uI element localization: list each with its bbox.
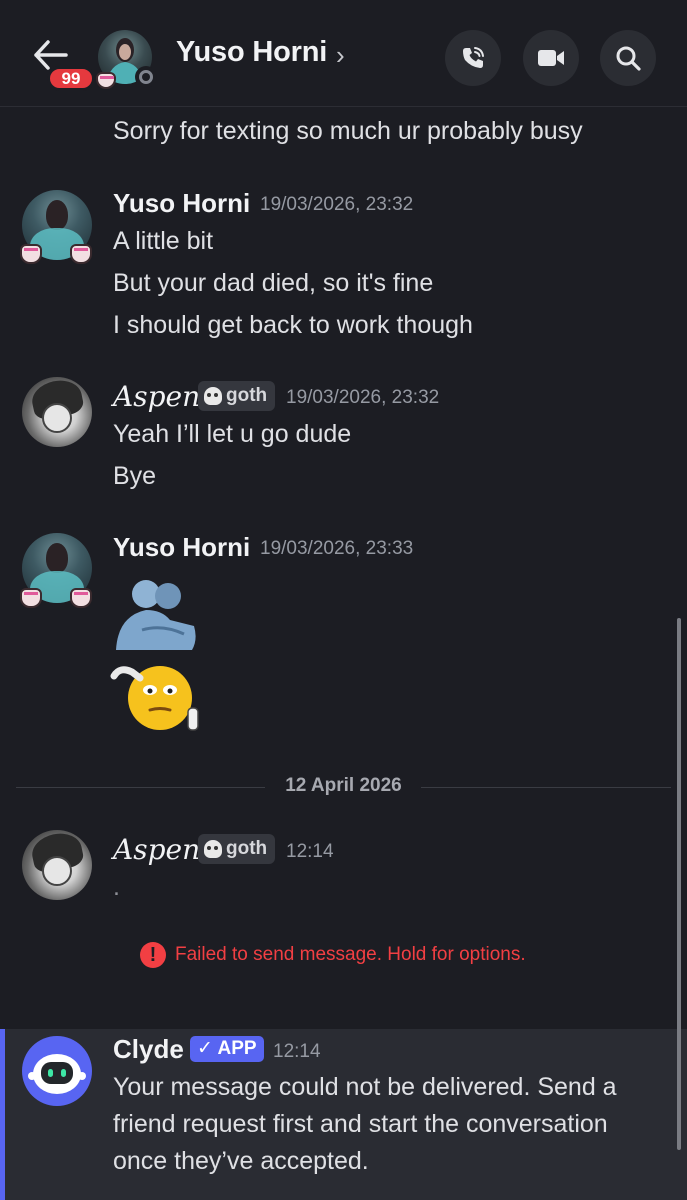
message-author[interactable]: Yuso Horni [113,188,250,219]
role-tag: goth [198,834,276,864]
date-divider-label: 12 April 2026 [285,775,402,796]
message-author[interactable]: Aspen [113,380,200,413]
message-text[interactable]: But your dad died, so it's fine [113,268,433,298]
failed-message-text[interactable]: . [113,872,120,902]
scrollbar[interactable] [677,618,681,1150]
message-text[interactable]: Your message could not be delivered. Sen… [113,1072,617,1102]
contact-name[interactable]: Yuso Horni [176,36,327,69]
message-timestamp: 19/03/2026, 23:32 [286,387,440,408]
voice-call-button[interactable] [445,30,501,86]
message-text[interactable]: friend request first and start the conve… [113,1109,608,1139]
user-avatar-aspen[interactable] [22,830,92,900]
role-tag-label: goth [226,385,268,406]
skull-icon [204,840,222,858]
role-tag: goth [198,381,276,411]
search-button[interactable] [600,30,656,86]
hand-decoration-icon [20,588,42,608]
video-camera-icon [538,50,564,66]
role-tag-label: goth [226,838,268,859]
clyde-avatar[interactable] [22,1036,92,1106]
app-badge: ✓ APP [190,1036,264,1062]
user-avatar-aspen[interactable] [22,377,92,447]
hand-decoration-icon [20,244,42,264]
message-author[interactable]: Aspen [113,833,200,866]
chevron-right-icon[interactable]: › [336,40,345,71]
message-text[interactable]: Bye [113,461,156,491]
hand-decoration-icon [96,72,116,89]
message-timestamp: 12:14 [286,841,334,862]
message-timestamp: 19/03/2026, 23:33 [260,538,414,559]
failed-send-notice[interactable]: ! Failed to send message. Hold for optio… [140,942,526,968]
error-icon: ! [140,942,166,968]
robot-icon [28,1054,86,1094]
salute-emoji-icon[interactable] [110,662,202,734]
message-text[interactable]: I should get back to work though [113,310,473,340]
message-timestamp: 19/03/2026, 23:32 [260,194,414,215]
chat-header: 99 Yuso Horni › [0,0,687,107]
message-text[interactable]: A little bit [113,226,213,256]
message-timestamp: 12:14 [273,1041,321,1062]
highlight-bar [0,1029,5,1200]
message-text[interactable]: once they’ve accepted. [113,1146,369,1176]
message-text[interactable]: Yeah I’ll let u go dude [113,419,351,449]
failed-send-text: Failed to send message. Hold for options… [175,944,526,965]
message-text[interactable]: Sorry for texting so much ur probably bu… [113,116,583,146]
offline-status-icon [135,66,157,88]
hand-decoration-icon [70,244,92,264]
hug-emoji-icon[interactable] [112,576,200,652]
search-icon [616,46,641,71]
unread-count-badge: 99 [47,66,95,91]
hand-decoration-icon [70,588,92,608]
message-author[interactable]: Clyde [113,1034,184,1065]
skull-icon [204,387,222,405]
video-call-button[interactable] [523,30,579,86]
phone-call-icon [463,47,484,68]
message-author[interactable]: Yuso Horni [113,532,250,563]
